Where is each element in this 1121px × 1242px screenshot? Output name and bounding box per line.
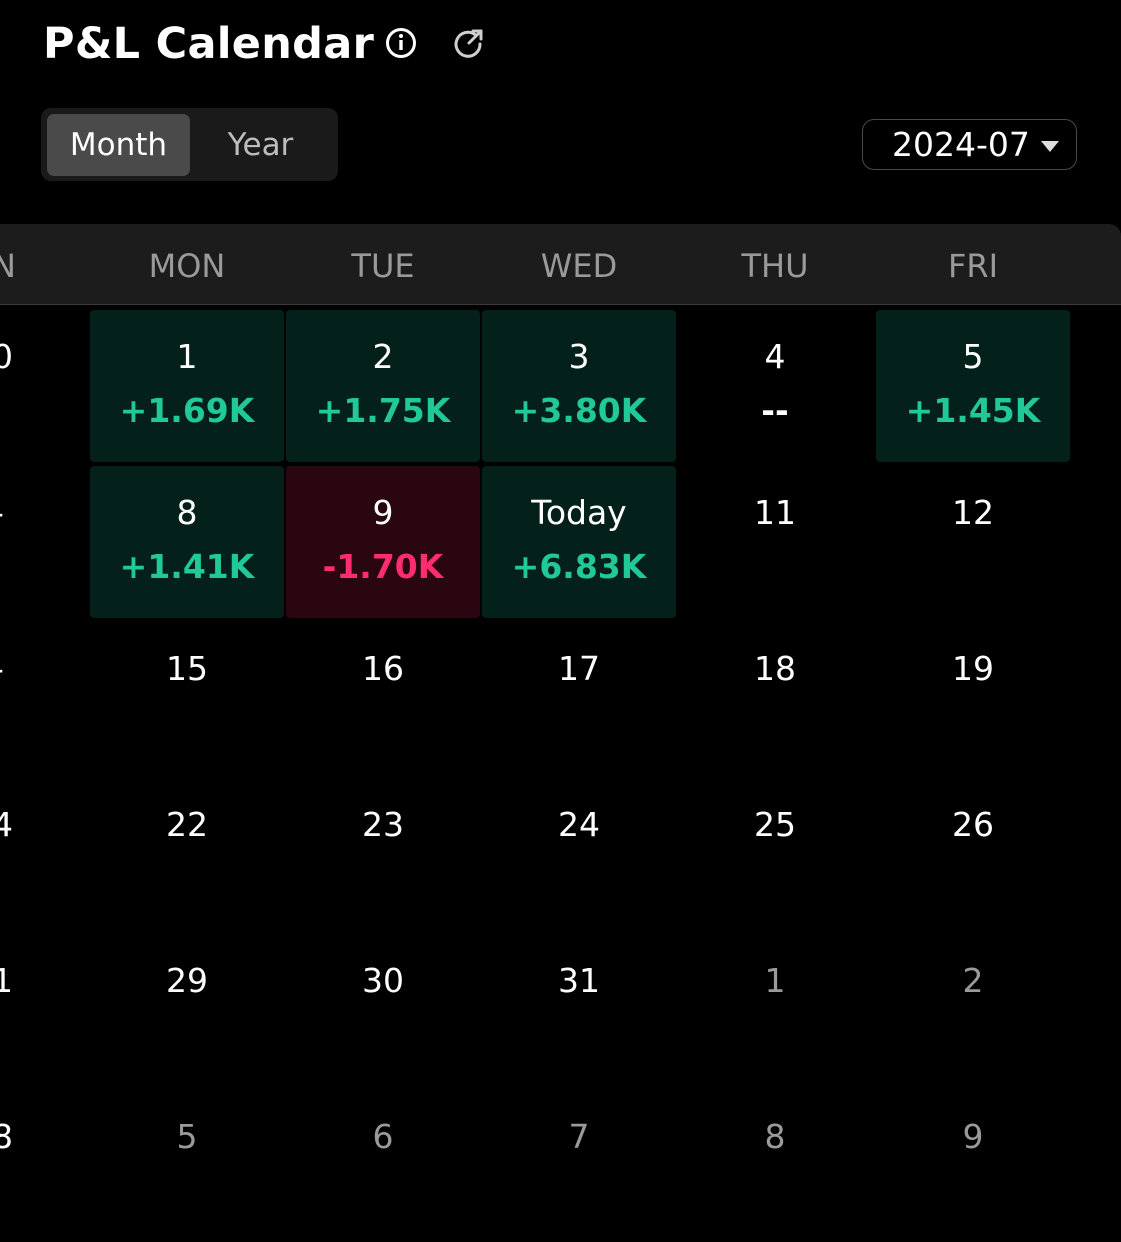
info-icon[interactable] xyxy=(384,26,418,60)
day-number: 24 xyxy=(558,805,600,844)
calendar-day-cell[interactable]: 1 +1.69K xyxy=(90,310,284,462)
prev-column-edge-text: - xyxy=(0,649,4,688)
prev-column-edge-text: 4 xyxy=(0,805,13,844)
calendar-day-cell[interactable]: 31 xyxy=(482,934,676,1086)
day-number: 25 xyxy=(754,805,796,844)
day-number: 6 xyxy=(372,1117,394,1156)
weekday-label-wed: WED xyxy=(540,247,618,285)
day-number: 5 xyxy=(962,337,984,376)
day-number: 3 xyxy=(568,337,590,376)
view-toggle: Month Year xyxy=(41,108,338,181)
calendar-day-cell[interactable]: 15 xyxy=(90,622,284,774)
calendar-day-cell[interactable]: 19 xyxy=(876,622,1070,774)
page-title: P&L Calendar xyxy=(43,19,375,69)
day-number: 9 xyxy=(962,1117,984,1156)
day-number: 8 xyxy=(176,493,198,532)
calendar-day-cell[interactable]: 4 -- xyxy=(678,310,872,462)
prev-column-edge-text: 8 xyxy=(0,1117,13,1156)
prev-column-edge-text: - xyxy=(0,493,4,532)
calendar-day-cell[interactable]: 7 xyxy=(482,1090,676,1242)
day-number: 15 xyxy=(166,649,208,688)
day-number: 26 xyxy=(952,805,994,844)
calendar-day-cell[interactable]: 26 xyxy=(876,778,1070,930)
calendar-day-cell[interactable]: 23 xyxy=(286,778,480,930)
calendar-day-cell[interactable]: 17 xyxy=(482,622,676,774)
day-pnl-value: +6.83K xyxy=(511,547,647,586)
day-number: 2 xyxy=(962,961,984,1000)
day-pnl-value: +3.80K xyxy=(511,391,647,430)
prev-column-edge-text: 0 xyxy=(0,337,13,376)
day-pnl-value: +1.75K xyxy=(315,391,451,430)
day-number: 31 xyxy=(558,961,600,1000)
calendar-day-cell[interactable]: 30 xyxy=(286,934,480,1086)
calendar-day-cell[interactable]: 9 -1.70K xyxy=(286,466,480,618)
weekday-label-mon: MON xyxy=(148,247,226,285)
day-number: 17 xyxy=(558,649,600,688)
day-number: 16 xyxy=(362,649,404,688)
day-pnl-value: -- xyxy=(761,391,789,430)
calendar-day-cell[interactable]: 12 xyxy=(876,466,1070,618)
weekday-label-sun: N xyxy=(0,247,16,285)
calendar-day-cell[interactable]: 29 xyxy=(90,934,284,1086)
day-number: 22 xyxy=(166,805,208,844)
month-select-value: 2024-07 xyxy=(892,125,1030,164)
day-number: 7 xyxy=(568,1117,590,1156)
share-icon[interactable] xyxy=(452,26,486,60)
calendar-day-cell[interactable]: 16 xyxy=(286,622,480,774)
caret-down-icon xyxy=(1041,141,1059,152)
calendar-day-cell[interactable]: 9 xyxy=(876,1090,1070,1242)
day-number: 23 xyxy=(362,805,404,844)
calendar-day-cell[interactable]: 5 +1.45K xyxy=(876,310,1070,462)
day-number: 5 xyxy=(176,1117,198,1156)
calendar-day-cell[interactable]: 24 xyxy=(482,778,676,930)
month-tab[interactable]: Month xyxy=(47,114,190,176)
day-number: 8 xyxy=(764,1117,786,1156)
day-number: 12 xyxy=(952,493,994,532)
calendar-day-cell[interactable]: 3 +3.80K xyxy=(482,310,676,462)
day-pnl-value: -1.70K xyxy=(322,547,444,586)
prev-column-edge-text: 1 xyxy=(0,961,13,1000)
day-pnl-value: +1.45K xyxy=(905,391,1041,430)
weekday-label-thu: THU xyxy=(741,247,809,285)
weekday-label-tue: TUE xyxy=(351,247,415,285)
calendar-day-cell[interactable]: 8 +1.41K xyxy=(90,466,284,618)
calendar-day-cell[interactable]: 5 xyxy=(90,1090,284,1242)
day-number: 11 xyxy=(754,493,796,532)
day-number: 18 xyxy=(754,649,796,688)
calendar-day-cell[interactable]: Today +6.83K xyxy=(482,466,676,618)
day-number: 4 xyxy=(764,337,786,376)
day-number: Today xyxy=(531,493,627,532)
weekday-header: N MON TUE WED THU FRI xyxy=(0,224,1121,305)
day-number: 2 xyxy=(372,337,394,376)
calendar-day-cell[interactable]: 8 xyxy=(678,1090,872,1242)
day-number: 30 xyxy=(362,961,404,1000)
day-pnl-value: +1.41K xyxy=(119,547,255,586)
day-number: 1 xyxy=(764,961,786,1000)
calendar-day-cell[interactable]: 2 xyxy=(876,934,1070,1086)
day-number: 1 xyxy=(176,337,198,376)
day-number: 9 xyxy=(372,493,394,532)
calendar-day-cell[interactable]: 1 xyxy=(678,934,872,1086)
month-select[interactable]: 2024-07 xyxy=(862,119,1077,170)
day-number: 19 xyxy=(952,649,994,688)
day-pnl-value: +1.69K xyxy=(119,391,255,430)
calendar-day-cell[interactable]: 18 xyxy=(678,622,872,774)
day-number: 29 xyxy=(166,961,208,1000)
calendar-day-cell[interactable]: 6 xyxy=(286,1090,480,1242)
year-tab[interactable]: Year xyxy=(189,114,332,176)
weekday-label-fri: FRI xyxy=(947,247,999,285)
calendar-day-cell[interactable]: 2 +1.75K xyxy=(286,310,480,462)
calendar-day-cell[interactable]: 22 xyxy=(90,778,284,930)
calendar-day-cell[interactable]: 11 xyxy=(678,466,872,618)
calendar-day-cell[interactable]: 25 xyxy=(678,778,872,930)
